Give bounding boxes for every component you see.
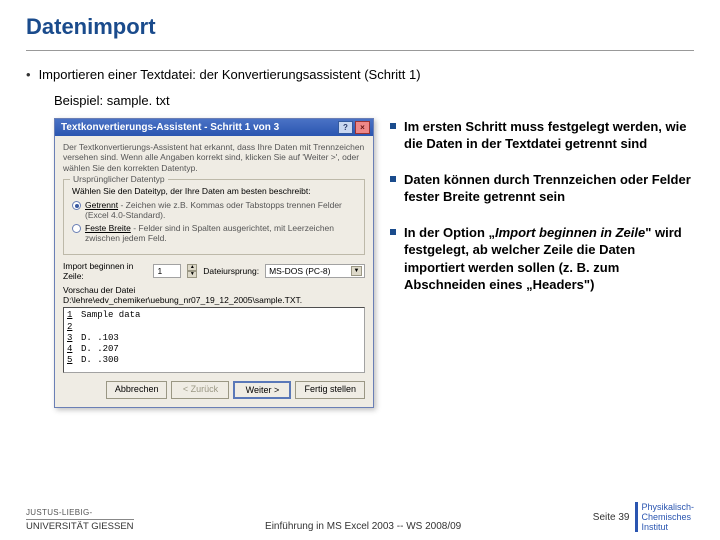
- radio-label: Getrennt: [85, 200, 118, 210]
- next-button[interactable]: Weiter >: [233, 381, 291, 399]
- note-1: Im ersten Schritt muss festgelegt werden…: [390, 118, 694, 153]
- spin-down-icon[interactable]: ▼: [187, 271, 197, 278]
- intro-text: Importieren einer Textdatei: der Konvert…: [39, 67, 421, 82]
- group-lead: Wählen Sie den Dateityp, der Ihre Daten …: [72, 186, 356, 196]
- finish-button[interactable]: Fertig stellen: [295, 381, 365, 399]
- spin-up-icon[interactable]: ▲: [187, 264, 197, 271]
- wizard-title: Textkonvertierungs-Assistent - Schritt 1…: [61, 122, 279, 133]
- preview-box: 1Sample data 2 3D. .103 4D. .207 5D. .30…: [63, 307, 365, 373]
- wizard-description: Der Textkonvertierungs-Assistent hat erk…: [63, 142, 365, 174]
- back-button: < Zurück: [171, 381, 229, 399]
- close-icon[interactable]: ×: [355, 121, 370, 134]
- radio-label: Feste Breite: [85, 223, 131, 233]
- footer: JUSTUS-LIEBIG- UNIVERSITÄT GIESSEN Einfü…: [0, 502, 720, 532]
- chevron-down-icon[interactable]: ▼: [351, 266, 362, 276]
- university-logo: JUSTUS-LIEBIG- UNIVERSITÄT GIESSEN: [26, 508, 134, 532]
- radio-icon[interactable]: [72, 201, 81, 210]
- datatype-group: Ursprünglicher Datentyp Wählen Sie den D…: [63, 179, 365, 255]
- bullet-icon: [390, 176, 396, 182]
- group-legend: Ursprünglicher Datentyp: [70, 174, 168, 184]
- radio-delimited[interactable]: Getrennt - Zeichen wie z.B. Kommas oder …: [72, 200, 356, 220]
- start-row-label: Import beginnen in Zeile:: [63, 261, 147, 281]
- bullet-icon: [390, 229, 396, 235]
- note-2: Daten können durch Trennzeichen oder Fel…: [390, 171, 694, 206]
- bullet-icon: [390, 123, 396, 129]
- institute-logo: Physikalisch- Chemisches Institut: [635, 502, 694, 532]
- note-3: In der Option „Import beginnen in Zeile"…: [390, 224, 694, 294]
- page-title: Datenimport: [26, 14, 694, 40]
- footer-center-text: Einführung in MS Excel 2003 -- WS 2008/0…: [134, 521, 593, 532]
- radio-desc: - Zeichen wie z.B. Kommas oder Tabstopps…: [85, 200, 342, 220]
- radio-icon[interactable]: [72, 224, 81, 233]
- origin-label: Dateiursprung:: [203, 266, 259, 276]
- intro-bullet: • Importieren einer Textdatei: der Konve…: [26, 67, 694, 83]
- page-number: Seite 39: [593, 512, 630, 523]
- radio-fixedwidth[interactable]: Feste Breite - Felder sind in Spalten au…: [72, 223, 356, 243]
- origin-dropdown[interactable]: MS-DOS (PC-8) ▼: [265, 264, 365, 278]
- preview-label: Vorschau der Datei D:\lehre\edv_chemiker…: [63, 285, 365, 305]
- notes-column: Im ersten Schritt muss festgelegt werden…: [390, 118, 694, 409]
- wizard-titlebar[interactable]: Textkonvertierungs-Assistent - Schritt 1…: [55, 119, 373, 136]
- wizard-window: Textkonvertierungs-Assistent - Schritt 1…: [54, 118, 374, 409]
- example-text: Beispiel: sample. txt: [54, 93, 694, 108]
- start-row-input[interactable]: 1: [153, 264, 181, 278]
- help-icon[interactable]: ?: [338, 121, 353, 134]
- cancel-button[interactable]: Abbrechen: [106, 381, 168, 399]
- divider: [26, 50, 694, 51]
